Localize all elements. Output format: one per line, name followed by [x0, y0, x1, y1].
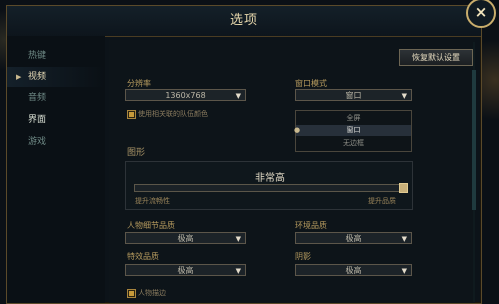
reset-defaults-button[interactable]: 恢复默认设置 [399, 49, 473, 66]
window-mode-option-windowed[interactable]: ● 窗口 [294, 125, 411, 136]
chevron-down-icon: ▼ [401, 235, 407, 243]
shadows-value: 极高 [345, 266, 362, 275]
chevron-down-icon: ▼ [401, 92, 407, 100]
effects-quality-label: 特效品质 [127, 252, 159, 261]
sidebar-item-audio[interactable]: 音频 [7, 88, 105, 108]
character-quality-select[interactable]: 极高 ▼ [125, 232, 246, 244]
window-mode-option-borderless[interactable]: 无边框 [296, 138, 411, 149]
effects-quality-value: 极高 [177, 266, 194, 275]
sidebar-item-interface[interactable]: 界面 [7, 110, 105, 130]
scrollbar[interactable] [472, 70, 476, 210]
window-mode-option-fullscreen[interactable]: 全屏 [296, 113, 411, 124]
options-dialog: 选项 热键 ▶ 视频 音频 界面 游戏 恢复默认设置 分辨率 1360x768 ▼… [6, 5, 482, 304]
video-settings-panel: 恢复默认设置 分辨率 1360x768 ▼ 使用相关联的队伍颜色 窗口模式 窗口… [109, 40, 476, 303]
chevron-down-icon: ▼ [401, 267, 407, 275]
slider-handle[interactable] [399, 183, 408, 193]
environment-quality-label: 环境品质 [295, 221, 327, 230]
sidebar-item-video[interactable]: ▶ 视频 [7, 67, 105, 87]
shadows-label: 阴影 [295, 252, 311, 261]
environment-quality-select[interactable]: 极高 ▼ [295, 232, 412, 244]
character-quality-label: 人物细节品质 [127, 221, 175, 230]
chevron-down-icon: ▼ [235, 92, 241, 100]
character-inking-label: 人物描边 [138, 289, 166, 297]
sidebar-item-game[interactable]: 游戏 [7, 132, 105, 152]
chevron-down-icon: ▼ [235, 267, 241, 275]
resolution-label: 分辨率 [127, 79, 151, 88]
sidebar-item-label: 音频 [28, 93, 47, 103]
slider-left-caption: 提升流畅性 [135, 197, 170, 205]
graphics-quality-box: 非常高 提升流畅性 提升品质 [125, 161, 413, 210]
chevron-right-icon: ▶ [16, 73, 22, 81]
character-quality-value: 极高 [177, 234, 194, 243]
effects-quality-select[interactable]: 极高 ▼ [125, 264, 246, 276]
dialog-title: 选项 [229, 13, 258, 28]
window-mode-dropdown: 全屏 ● 窗口 无边框 [294, 110, 412, 152]
chevron-down-icon: ▼ [235, 235, 241, 243]
window-mode-value: 窗口 [345, 91, 362, 100]
sidebar-item-label: 界面 [28, 115, 47, 125]
slider-right-caption: 提升品质 [368, 197, 396, 205]
dialog-titlebar: 选项 [7, 6, 481, 37]
selected-bullet-icon: ● [294, 126, 301, 134]
window-mode-select[interactable]: 窗口 ▼ [295, 89, 412, 101]
party-color-checkbox[interactable] [127, 110, 136, 119]
environment-quality-value: 极高 [345, 234, 362, 243]
resolution-value: 1360x768 [165, 91, 206, 100]
options-sidebar: 热键 ▶ 视频 音频 界面 游戏 [7, 36, 105, 303]
close-icon: × [474, 3, 488, 21]
sidebar-item-label: 热键 [28, 51, 47, 61]
graphics-quality-value: 非常高 [255, 173, 285, 184]
window-mode-label: 窗口模式 [295, 79, 327, 88]
sidebar-item-label: 游戏 [28, 137, 47, 147]
sidebar-item-hotkeys[interactable]: 热键 [7, 46, 105, 66]
graphics-quality-slider[interactable] [134, 184, 400, 192]
graphics-section-title: 图形 [127, 148, 146, 158]
character-inking-checkbox[interactable] [127, 289, 136, 298]
resolution-select[interactable]: 1360x768 ▼ [125, 89, 246, 101]
window-mode-option-label: 窗口 [346, 126, 361, 134]
sidebar-item-label: 视频 [28, 72, 47, 82]
shadows-select[interactable]: 极高 ▼ [295, 264, 412, 276]
party-color-label: 使用相关联的队伍颜色 [138, 110, 208, 118]
